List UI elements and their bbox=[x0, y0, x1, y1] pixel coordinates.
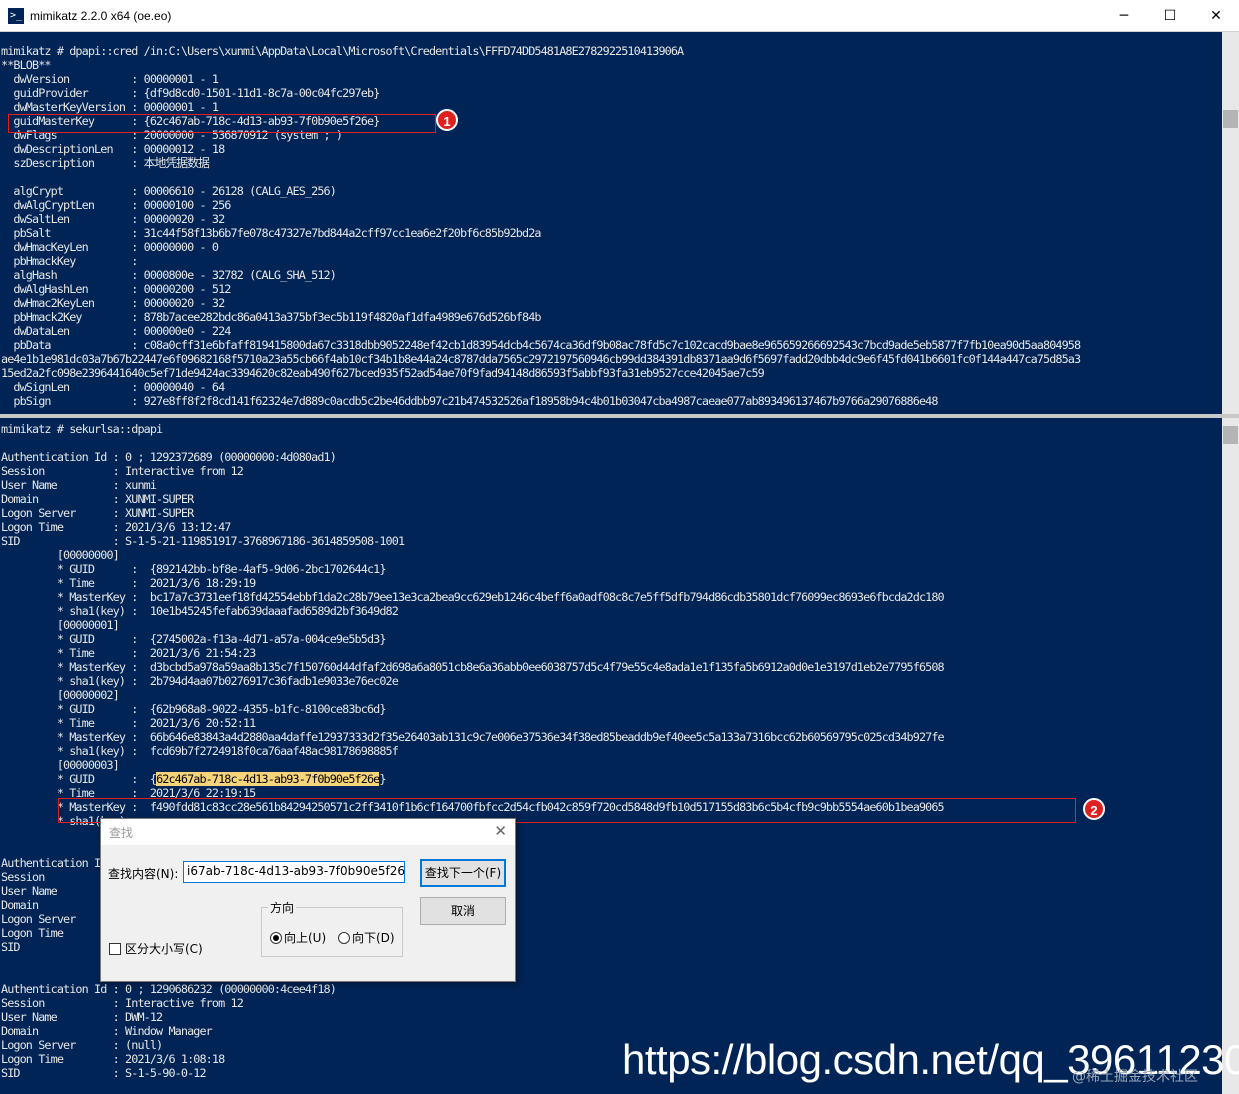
terminal-line: User Name : DWM-12 bbox=[1, 1010, 163, 1024]
terminal-line: * sha1(key) : 10e1b45245fefab639daaafad6… bbox=[1, 604, 399, 618]
window-titlebar[interactable]: >_ mimikatz 2.2.0 x64 (oe.eo) ─ ☐ ✕ bbox=[0, 0, 1239, 32]
terminal-line: mimikatz # sekurlsa::dpapi bbox=[1, 422, 163, 436]
maximize-button[interactable]: ☐ bbox=[1147, 0, 1193, 32]
terminal-line: * Time : 2021/3/6 18:29:19 bbox=[1, 576, 256, 590]
watermark-source: @稀土掘金技术社区 bbox=[1072, 1069, 1198, 1085]
terminal-line: * GUID : {62c467ab-718c-4d13-ab93-7f0b90… bbox=[1, 772, 386, 786]
scrollbar-thumb-bottom[interactable] bbox=[1223, 426, 1238, 444]
terminal-line: algCrypt : 00006610 - 26128 (CALG_AES_25… bbox=[1, 184, 336, 198]
terminal-line: Authentication Id : 0 ; 1290686232 (0000… bbox=[1, 982, 337, 996]
terminal-line: * GUID : {2745002a-f13a-4d71-a57a-004ce9… bbox=[1, 632, 387, 646]
terminal-line: dwSignLen : 00000040 - 64 bbox=[1, 380, 225, 394]
terminal-line: * MasterKey : bc17a7c3731eef18fd42554ebb… bbox=[1, 590, 945, 604]
terminal-line: szDescription : 本地凭据数据 bbox=[1, 156, 210, 170]
terminal-line: [00000001] bbox=[1, 618, 120, 632]
terminal-line: * MasterKey : d3bcbd5a978a59aa8b135c7f15… bbox=[1, 660, 945, 674]
find-dialog-titlebar[interactable]: 查找 ✕ bbox=[101, 819, 515, 845]
terminal-line: SID : S-1-5-21-119851917-3768967186-3614… bbox=[1, 534, 405, 548]
terminal-line: * sha1(key) : 2b794d4aa07b0276917c36fadb… bbox=[1, 674, 399, 688]
terminal-line: pbHmack2Key : 878b7acee282bdc86a0413a375… bbox=[1, 310, 541, 324]
window-title: mimikatz 2.2.0 x64 (oe.eo) bbox=[30, 9, 172, 23]
terminal-line: dwDescriptionLen : 00000012 - 18 bbox=[1, 142, 225, 156]
terminal-line: pbHmackKey : bbox=[1, 254, 138, 268]
direction-up-radio[interactable] bbox=[270, 932, 282, 944]
direction-down-label[interactable]: 向下(D) bbox=[352, 929, 395, 946]
terminal-line: Logon Time : 2021/3/6 13:12:47 bbox=[1, 520, 231, 534]
terminal-line: dwDataLen : 000000e0 - 224 bbox=[1, 324, 231, 338]
terminal-line: **BLOB** bbox=[1, 58, 52, 72]
terminal-line: User Name : xunmi bbox=[1, 478, 157, 492]
direction-label: 方向 bbox=[268, 899, 297, 916]
annotation-badge-1: 1 bbox=[436, 109, 458, 131]
minimize-button[interactable]: ─ bbox=[1101, 0, 1147, 32]
terminal-line: Logon Server : (null) bbox=[1, 1038, 163, 1052]
terminal-line: mimikatz # dpapi::cred /in:C:\Users\xunm… bbox=[1, 44, 684, 58]
match-case-label[interactable]: 区分大小写(C) bbox=[125, 940, 203, 957]
direction-group: 方向 向上(U) 向下(D) bbox=[261, 899, 403, 957]
powershell-icon: >_ bbox=[8, 8, 24, 24]
match-case-checkbox[interactable] bbox=[109, 943, 121, 955]
direction-up-label[interactable]: 向上(U) bbox=[284, 929, 326, 946]
cancel-button[interactable]: 取消 bbox=[420, 897, 506, 925]
terminal-line: [00000002] bbox=[1, 688, 120, 702]
terminal-line: dwVersion : 00000001 - 1 bbox=[1, 72, 219, 86]
annotation-badge-2: 2 bbox=[1083, 798, 1105, 820]
terminal-line: pbData : c08a0cff31e6bfaff819415800da67c… bbox=[1, 338, 1081, 352]
terminal-line: * MasterKey : 66b646e83843a4d2880aa4daff… bbox=[1, 730, 945, 744]
terminal-line: dwAlgHashLen : 00000200 - 512 bbox=[1, 282, 231, 296]
terminal-line: * Time : 2021/3/6 20:52:11 bbox=[1, 716, 256, 730]
terminal-line: pbSign : 927e8ff8f2f8cd141f62324e7d889c0… bbox=[1, 394, 938, 408]
terminal-line: * GUID : {892142bb-bf8e-4af5-9d06-2bc170… bbox=[1, 562, 387, 576]
terminal-line: Session : Interactive from 12 bbox=[1, 996, 244, 1010]
terminal-pane-top[interactable]: mimikatz # dpapi::cred /in:C:\Users\xunm… bbox=[0, 32, 1222, 414]
terminal-pane-bottom[interactable]: mimikatz # sekurlsa::dpapi Authenticatio… bbox=[0, 418, 1222, 1094]
direction-down-radio[interactable] bbox=[338, 932, 350, 944]
terminal-line: * GUID : {62b968a8-9022-4355-b1fc-8100ce… bbox=[1, 702, 387, 716]
terminal-line: Domain : Window Manager bbox=[1, 1024, 213, 1038]
find-dialog-title: 查找 bbox=[109, 826, 134, 840]
find-next-button[interactable]: 查找下一个(F) bbox=[420, 859, 506, 887]
terminal-line: [00000000] bbox=[1, 548, 120, 562]
annotation-box-guid-masterkey bbox=[8, 114, 436, 133]
terminal-line: algHash : 0000800e - 32782 (CALG_SHA_512… bbox=[1, 268, 336, 282]
terminal-line: dwHmacKeyLen : 00000000 - 0 bbox=[1, 240, 219, 254]
terminal-line: dwAlgCryptLen : 00000100 - 256 bbox=[1, 198, 231, 212]
scrollbar-thumb-top[interactable] bbox=[1223, 110, 1238, 128]
terminal-line: Logon Server : XUNMI-SUPER bbox=[1, 506, 194, 520]
close-button[interactable]: ✕ bbox=[1193, 0, 1239, 32]
search-highlight: 62c467ab-718c-4d13-ab93-7f0b90e5f26e bbox=[156, 772, 380, 786]
scrollbar-bottom[interactable] bbox=[1222, 418, 1239, 1094]
terminal-line: * sha1(key) : fcd69b7f2724918f0ca76aaf48… bbox=[1, 744, 399, 758]
terminal-line: SID : S-1-5-90-0-12 bbox=[1, 1066, 207, 1080]
terminal-line: Domain : XUNMI-SUPER bbox=[1, 492, 194, 506]
terminal-line: [00000003] bbox=[1, 758, 120, 772]
find-input[interactable]: i67ab-718c-4d13-ab93-7f0b90e5f26e bbox=[183, 861, 405, 883]
terminal-line: Authentication Id : 0 ; 1292372689 (0000… bbox=[1, 450, 337, 464]
terminal-line: dwHmac2KeyLen : 00000020 - 32 bbox=[1, 296, 225, 310]
terminal-line: 15ed2a2fc098e2396441640c5ef71de9424ac339… bbox=[1, 366, 765, 380]
find-label: 查找内容(N): bbox=[108, 867, 179, 881]
terminal-line: guidProvider : {df9d8cd0-1501-11d1-8c7a-… bbox=[1, 86, 380, 100]
find-dialog-close-button[interactable]: ✕ bbox=[494, 822, 507, 840]
terminal-line: * Time : 2021/3/6 21:54:23 bbox=[1, 646, 256, 660]
terminal-output-top: mimikatz # dpapi::cred /in:C:\Users\xunm… bbox=[1, 44, 1081, 408]
terminal-line: Logon Time : 2021/3/6 1:08:18 bbox=[1, 1052, 225, 1066]
terminal-line: dwSaltLen : 00000020 - 32 bbox=[1, 212, 225, 226]
terminal-line: dwMasterKeyVersion : 00000001 - 1 bbox=[1, 100, 219, 114]
terminal-line: ae4e1b1e981dc03a7b67b22447e6f09682168f57… bbox=[1, 352, 1081, 366]
scrollbar-top[interactable] bbox=[1222, 32, 1239, 414]
terminal-line: Session : Interactive from 12 bbox=[1, 464, 244, 478]
find-dialog[interactable]: 查找 ✕ 查找内容(N): i67ab-718c-4d13-ab93-7f0b9… bbox=[100, 818, 516, 982]
terminal-line: pbSalt : 31c44f58f13b6b7fe078c47327e7bd8… bbox=[1, 226, 541, 240]
